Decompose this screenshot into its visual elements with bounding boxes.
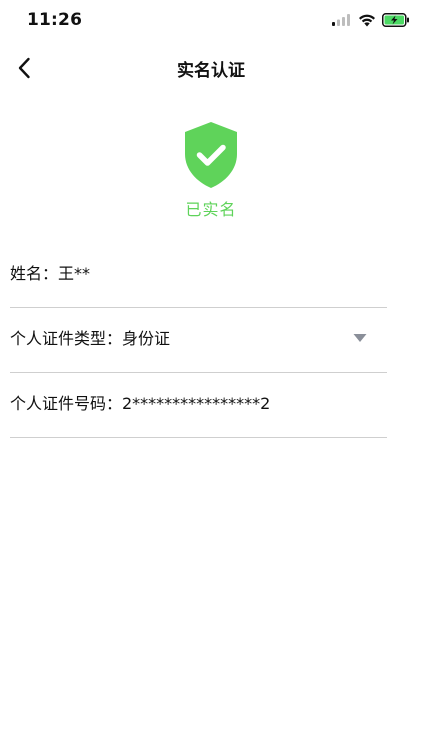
wifi-icon (359, 14, 375, 26)
id-number-text: 个人证件号码：2****************2 (10, 393, 271, 413)
status-icons (332, 12, 410, 28)
shield-check-icon (185, 122, 237, 188)
page-title: 实名认证 (177, 61, 245, 81)
id-type-text: 个人证件类型：身份证 (10, 328, 171, 348)
id-number-row: 个人证件号码：2****************2 (10, 374, 387, 438)
identity-form: 姓名：王** 个人证件类型：身份证 个人证件号码：2**************… (10, 244, 387, 439)
name-row: 姓名：王** (10, 244, 387, 308)
verified-badge: 已实名 (0, 120, 422, 220)
cellular-signal-icon (332, 14, 350, 26)
verified-label: 已实名 (185, 200, 237, 219)
status-time: 11:26 (27, 10, 83, 30)
screen: 11:26 实名认证 已实名 姓名：王** 个人证件类型：身份证 个人证件号码：… (0, 0, 422, 750)
status-bar: 11:26 (0, 0, 422, 40)
battery-charging-icon (382, 13, 409, 27)
name-text: 姓名：王** (10, 263, 91, 283)
dropdown-arrow-icon[interactable] (353, 333, 367, 343)
nav-bar: 实名认证 (0, 44, 422, 92)
id-type-row[interactable]: 个人证件类型：身份证 (10, 309, 387, 373)
